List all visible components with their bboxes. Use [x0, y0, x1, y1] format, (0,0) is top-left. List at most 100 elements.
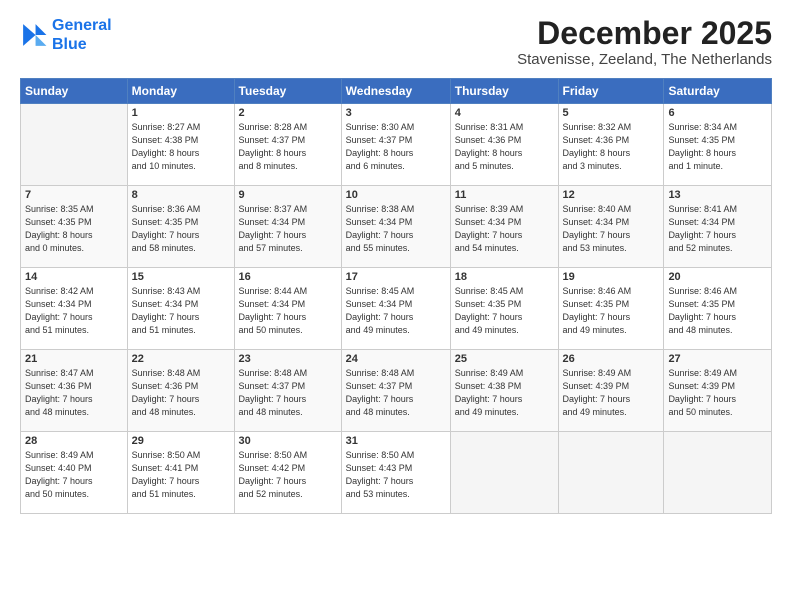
calendar-week-row: 7Sunrise: 8:35 AMSunset: 4:35 PMDaylight…	[21, 186, 772, 268]
weekday-header-row: SundayMondayTuesdayWednesdayThursdayFrid…	[21, 79, 772, 104]
day-info: Sunrise: 8:48 AMSunset: 4:37 PMDaylight:…	[346, 367, 446, 419]
day-info: Sunrise: 8:36 AMSunset: 4:35 PMDaylight:…	[132, 203, 230, 255]
calendar-cell: 1 Sunrise: 8:27 AMSunset: 4:38 PMDaylight…	[127, 104, 234, 186]
weekday-header-thursday: Thursday	[450, 79, 558, 104]
day-info: Sunrise: 8:47 AMSunset: 4:36 PMDaylight:…	[25, 367, 123, 419]
day-info: Sunrise: 8:42 AMSunset: 4:34 PMDaylight:…	[25, 285, 123, 337]
calendar-cell: 24 Sunrise: 8:48 AMSunset: 4:37 PMDayligh…	[341, 350, 450, 432]
day-number: 8	[132, 189, 230, 201]
day-number: 23	[239, 353, 337, 365]
weekday-header-monday: Monday	[127, 79, 234, 104]
day-number: 16	[239, 271, 337, 283]
day-info: Sunrise: 8:38 AMSunset: 4:34 PMDaylight:…	[346, 203, 446, 255]
day-number: 28	[25, 435, 123, 447]
header: General Blue December 2025 Stavenisse, Z…	[20, 16, 772, 68]
day-info: Sunrise: 8:37 AMSunset: 4:34 PMDaylight:…	[239, 203, 337, 255]
calendar-cell: 8 Sunrise: 8:36 AMSunset: 4:35 PMDaylight…	[127, 186, 234, 268]
day-info: Sunrise: 8:44 AMSunset: 4:34 PMDaylight:…	[239, 285, 337, 337]
day-info: Sunrise: 8:45 AMSunset: 4:35 PMDaylight:…	[455, 285, 554, 337]
day-number: 12	[563, 189, 660, 201]
calendar-cell: 26Sunrise: 8:49 AMSunset: 4:39 PMDayligh…	[558, 350, 664, 432]
day-info: Sunrise: 8:31 AMSunset: 4:36 PMDaylight:…	[455, 121, 554, 173]
day-info: Sunrise: 8:46 AMSunset: 4:35 PMDaylight:…	[668, 285, 767, 337]
day-info: Sunrise: 8:45 AMSunset: 4:34 PMDaylight:…	[346, 285, 446, 337]
calendar-week-row: 1 Sunrise: 8:27 AMSunset: 4:38 PMDaylight…	[21, 104, 772, 186]
day-info: Sunrise: 8:50 AMSunset: 4:42 PMDaylight:…	[239, 449, 337, 501]
day-number: 14	[25, 271, 123, 283]
calendar-cell: 17 Sunrise: 8:45 AMSunset: 4:34 PMDayligh…	[341, 268, 450, 350]
calendar-cell: 27 Sunrise: 8:49 AMSunset: 4:39 PMDayligh…	[664, 350, 772, 432]
calendar-cell: 30Sunrise: 8:50 AMSunset: 4:42 PMDayligh…	[234, 432, 341, 514]
day-info: Sunrise: 8:46 AMSunset: 4:35 PMDaylight:…	[563, 285, 660, 337]
calendar-cell	[558, 432, 664, 514]
day-number: 10	[346, 189, 446, 201]
calendar-cell: 28Sunrise: 8:49 AMSunset: 4:40 PMDayligh…	[21, 432, 128, 514]
calendar-cell: 23 Sunrise: 8:48 AMSunset: 4:37 PMDayligh…	[234, 350, 341, 432]
day-number: 11	[455, 189, 554, 201]
day-info: Sunrise: 8:27 AMSunset: 4:38 PMDaylight:…	[132, 121, 230, 173]
calendar-cell: 20 Sunrise: 8:46 AMSunset: 4:35 PMDayligh…	[664, 268, 772, 350]
calendar-cell: 2 Sunrise: 8:28 AMSunset: 4:37 PMDaylight…	[234, 104, 341, 186]
day-info: Sunrise: 8:50 AMSunset: 4:43 PMDaylight:…	[346, 449, 446, 501]
day-info: Sunrise: 8:28 AMSunset: 4:37 PMDaylight:…	[239, 121, 337, 173]
day-number: 19	[563, 271, 660, 283]
logo-icon	[20, 21, 48, 49]
calendar-cell: 7Sunrise: 8:35 AMSunset: 4:35 PMDaylight…	[21, 186, 128, 268]
calendar-cell: 19 Sunrise: 8:46 AMSunset: 4:35 PMDayligh…	[558, 268, 664, 350]
day-number: 29	[132, 435, 230, 447]
day-info: Sunrise: 8:48 AMSunset: 4:37 PMDaylight:…	[239, 367, 337, 419]
calendar-cell: 29 Sunrise: 8:50 AMSunset: 4:41 PMDayligh…	[127, 432, 234, 514]
day-number: 7	[25, 189, 123, 201]
day-number: 5	[563, 107, 660, 119]
calendar-cell: 9Sunrise: 8:37 AMSunset: 4:34 PMDaylight…	[234, 186, 341, 268]
day-number: 21	[25, 353, 123, 365]
day-info: Sunrise: 8:41 AMSunset: 4:34 PMDaylight:…	[668, 203, 767, 255]
day-number: 24	[346, 353, 446, 365]
weekday-header-sunday: Sunday	[21, 79, 128, 104]
weekday-header-wednesday: Wednesday	[341, 79, 450, 104]
day-info: Sunrise: 8:43 AMSunset: 4:34 PMDaylight:…	[132, 285, 230, 337]
page: General Blue December 2025 Stavenisse, Z…	[0, 0, 792, 612]
logo-line1: General	[52, 17, 112, 34]
day-info: Sunrise: 8:49 AMSunset: 4:39 PMDaylight:…	[668, 367, 767, 419]
calendar-cell: 13 Sunrise: 8:41 AMSunset: 4:34 PMDayligh…	[664, 186, 772, 268]
weekday-header-saturday: Saturday	[664, 79, 772, 104]
day-number: 15	[132, 271, 230, 283]
calendar-week-row: 28Sunrise: 8:49 AMSunset: 4:40 PMDayligh…	[21, 432, 772, 514]
calendar-cell	[664, 432, 772, 514]
calendar-cell: 31 Sunrise: 8:50 AMSunset: 4:43 PMDayligh…	[341, 432, 450, 514]
day-number: 18	[455, 271, 554, 283]
calendar-cell: 6Sunrise: 8:34 AMSunset: 4:35 PMDaylight…	[664, 104, 772, 186]
calendar-cell: 12Sunrise: 8:40 AMSunset: 4:34 PMDayligh…	[558, 186, 664, 268]
day-info: Sunrise: 8:48 AMSunset: 4:36 PMDaylight:…	[132, 367, 230, 419]
month-title: December 2025	[517, 16, 772, 51]
location-subtitle: Stavenisse, Zeeland, The Netherlands	[517, 51, 772, 68]
calendar-week-row: 14 Sunrise: 8:42 AMSunset: 4:34 PMDayligh…	[21, 268, 772, 350]
weekday-header-tuesday: Tuesday	[234, 79, 341, 104]
day-number: 20	[668, 271, 767, 283]
calendar-cell	[21, 104, 128, 186]
logo-text: General Blue	[52, 16, 112, 54]
calendar-cell: 25 Sunrise: 8:49 AMSunset: 4:38 PMDayligh…	[450, 350, 558, 432]
calendar-cell: 16 Sunrise: 8:44 AMSunset: 4:34 PMDayligh…	[234, 268, 341, 350]
calendar-cell: 14 Sunrise: 8:42 AMSunset: 4:34 PMDayligh…	[21, 268, 128, 350]
day-number: 13	[668, 189, 767, 201]
calendar-cell: 10 Sunrise: 8:38 AMSunset: 4:34 PMDayligh…	[341, 186, 450, 268]
day-info: Sunrise: 8:39 AMSunset: 4:34 PMDaylight:…	[455, 203, 554, 255]
day-number: 2	[239, 107, 337, 119]
calendar-cell: 21 Sunrise: 8:47 AMSunset: 4:36 PMDayligh…	[21, 350, 128, 432]
day-info: Sunrise: 8:30 AMSunset: 4:37 PMDaylight:…	[346, 121, 446, 173]
calendar-cell: 5Sunrise: 8:32 AMSunset: 4:36 PMDaylight…	[558, 104, 664, 186]
day-info: Sunrise: 8:49 AMSunset: 4:38 PMDaylight:…	[455, 367, 554, 419]
day-number: 27	[668, 353, 767, 365]
day-number: 3	[346, 107, 446, 119]
day-info: Sunrise: 8:50 AMSunset: 4:41 PMDaylight:…	[132, 449, 230, 501]
logo-line2: Blue	[52, 36, 87, 53]
day-number: 1	[132, 107, 230, 119]
day-number: 17	[346, 271, 446, 283]
day-number: 31	[346, 435, 446, 447]
calendar-cell: 22Sunrise: 8:48 AMSunset: 4:36 PMDayligh…	[127, 350, 234, 432]
calendar-cell: 11 Sunrise: 8:39 AMSunset: 4:34 PMDayligh…	[450, 186, 558, 268]
day-number: 25	[455, 353, 554, 365]
calendar-cell: 3 Sunrise: 8:30 AMSunset: 4:37 PMDaylight…	[341, 104, 450, 186]
